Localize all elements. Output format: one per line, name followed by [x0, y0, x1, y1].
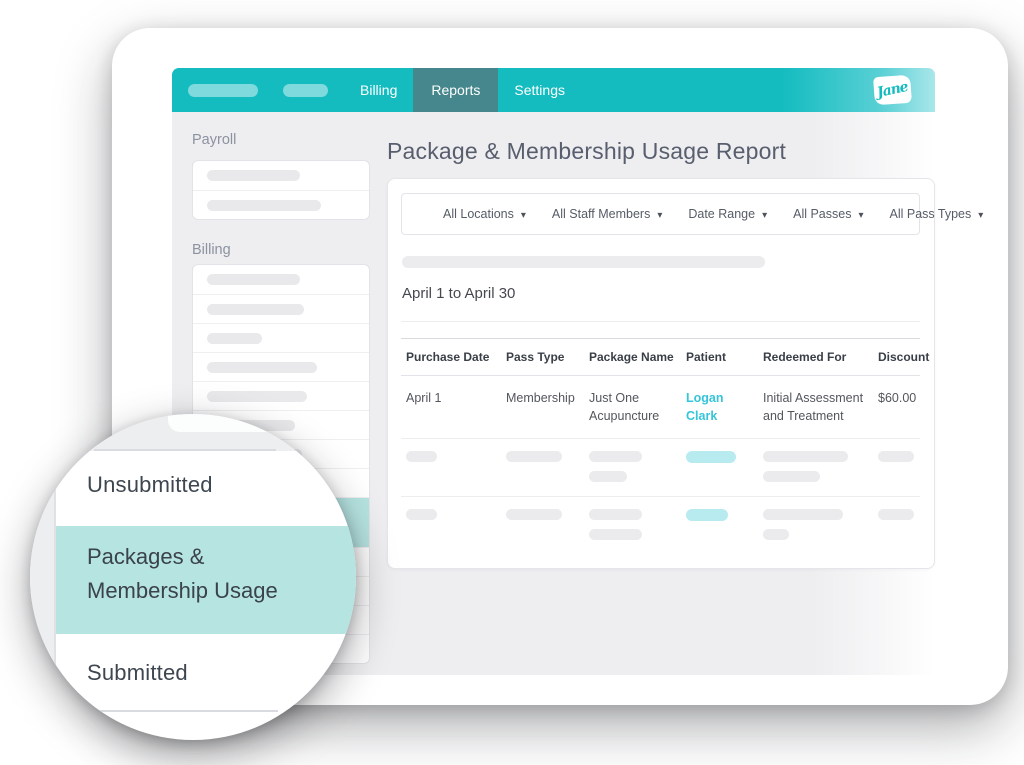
placeholder-bar: [589, 471, 627, 482]
placeholder-bar: [878, 509, 914, 520]
placeholder-bar: [207, 170, 300, 181]
placeholder-bar: [763, 451, 848, 462]
chevron-down-icon: [858, 207, 863, 221]
filter-all-passes[interactable]: All Passes: [793, 207, 863, 221]
report-main: Package & Membership Usage Report: [387, 138, 935, 569]
date-range-text: April 1 to April 30: [402, 285, 920, 302]
chevron-down-icon: [978, 207, 983, 221]
jane-logo: Jane: [873, 75, 912, 106]
usage-table-header: Purchase Date Pass Type Package Name Pat…: [401, 338, 920, 376]
cell-pass-type: Membership: [506, 389, 589, 425]
placeholder-patient-pill: [686, 451, 736, 463]
filter-all-pass-types[interactable]: All Pass Types: [890, 207, 984, 221]
table-row: April 1 Membership Just One Acupuncture …: [401, 376, 920, 438]
placeholder-bar: [207, 391, 307, 402]
nav-item-billing[interactable]: Billing: [344, 68, 413, 112]
placeholder-bar: [207, 274, 300, 285]
placeholder-bar: [406, 451, 437, 462]
placeholder-bar: [878, 451, 914, 462]
cell-package-name: Just One Acupuncture: [589, 389, 686, 425]
placeholder-bar: [406, 509, 437, 520]
cell-discount: $60.00: [878, 389, 926, 425]
divider: [92, 710, 278, 712]
nav-placeholder-pill: [188, 84, 258, 97]
filter-label: All Passes: [793, 207, 851, 221]
placeholder-bar: [207, 200, 321, 211]
magnifier-item-packages-membership-usage[interactable]: Packages & Membership Usage: [56, 526, 356, 634]
sidebar-section-payroll: Payroll: [192, 132, 370, 150]
column-header-pass-type: Pass Type: [506, 350, 589, 364]
filter-label: Date Range: [688, 207, 755, 221]
table-row-placeholder: [401, 438, 920, 496]
placeholder-bar: [589, 509, 642, 520]
patient-link[interactable]: Logan Clark: [686, 391, 724, 423]
placeholder-bar: [207, 304, 304, 315]
placeholder-bar: [506, 451, 562, 462]
column-header-purchase-date: Purchase Date: [406, 350, 506, 364]
sidebar-section-billing: Billing: [192, 242, 370, 260]
magnified-left-margin: [30, 414, 56, 740]
nav-item-settings[interactable]: Settings: [498, 68, 581, 112]
sidebar-row[interactable]: [193, 294, 369, 323]
placeholder-bar: [402, 256, 765, 268]
magnifier-item-label: Packages & Membership Usage: [87, 540, 299, 608]
placeholder-bar: [763, 471, 820, 482]
column-header-redeemed-for: Redeemed For: [763, 350, 878, 364]
sidebar-row[interactable]: [193, 352, 369, 381]
chevron-down-icon: [521, 207, 526, 221]
sidebar-row[interactable]: [193, 381, 369, 410]
sidebar-row[interactable]: [193, 161, 369, 190]
nav-placeholder-pill: [283, 84, 328, 97]
chevron-down-icon: [762, 207, 767, 221]
placeholder-bar: [207, 362, 317, 373]
magnifier-item-unsubmitted[interactable]: Unsubmitted: [87, 472, 213, 498]
cell-redeemed-for: Initial Assessment and Treatment: [763, 389, 878, 425]
filter-label: All Staff Members: [552, 207, 650, 221]
placeholder-patient-pill: [686, 509, 728, 521]
filter-label: All Pass Types: [890, 207, 972, 221]
magnifier-item-submitted[interactable]: Submitted: [87, 660, 188, 686]
sidebar-row[interactable]: [193, 323, 369, 352]
divider: [94, 449, 276, 451]
placeholder-bar: [589, 529, 642, 540]
placeholder-bar: [506, 509, 562, 520]
filter-date-range[interactable]: Date Range: [688, 207, 767, 221]
column-header-patient: Patient: [686, 350, 763, 364]
column-header-discount: Discount: [878, 350, 929, 364]
jane-logo-text: Jane: [876, 79, 909, 101]
filter-label: All Locations: [443, 207, 514, 221]
divider: [401, 321, 920, 322]
app-header: Billing Reports Settings Jane: [172, 68, 935, 112]
filter-all-staff-members[interactable]: All Staff Members: [552, 207, 662, 221]
filters-bar: All Locations All Staff Members Date Ran…: [401, 193, 920, 235]
page-title: Package & Membership Usage Report: [387, 138, 935, 165]
magnifier-callout: Unsubmitted Packages & Membership Usage …: [30, 414, 356, 740]
placeholder-bar: [589, 451, 642, 462]
placeholder-bar: [763, 529, 789, 540]
magnified-card-edge: [168, 414, 330, 432]
filter-all-locations[interactable]: All Locations: [443, 207, 526, 221]
sidebar-row[interactable]: [193, 265, 369, 294]
placeholder-bar: [207, 333, 262, 344]
sidebar-card-payroll: [192, 160, 370, 220]
placeholder-bar: [763, 509, 843, 520]
chevron-down-icon: [657, 207, 662, 221]
table-row-placeholder: [401, 496, 920, 554]
column-header-package-name: Package Name: [589, 350, 686, 364]
nav-item-reports[interactable]: Reports: [413, 68, 498, 112]
report-card: All Locations All Staff Members Date Ran…: [387, 178, 935, 569]
cell-purchase-date: April 1: [406, 389, 506, 425]
sidebar-row[interactable]: [193, 190, 369, 219]
